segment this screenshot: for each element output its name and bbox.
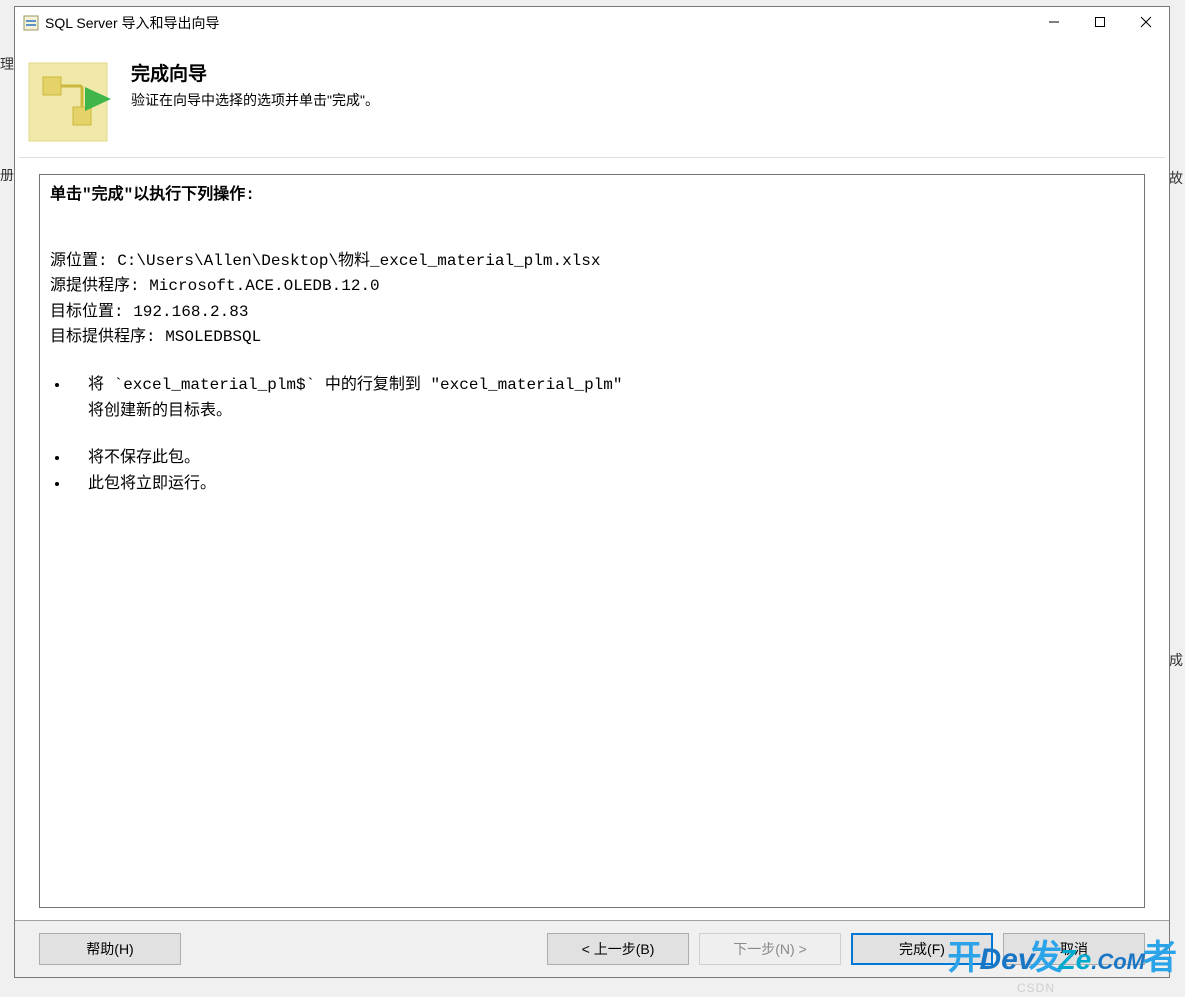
wizard-icon xyxy=(23,57,113,147)
titlebar[interactable]: SQL Server 导入和导出向导 xyxy=(15,7,1169,39)
close-button[interactable] xyxy=(1123,7,1169,37)
summary-bullet: 此包将立即运行。 xyxy=(70,472,1134,498)
summary-bullet: 将不保存此包。 xyxy=(70,446,1134,472)
maximize-button[interactable] xyxy=(1077,7,1123,37)
content-area: 单击"完成"以执行下列操作: 源位置: C:\Users\Allen\Deskt… xyxy=(15,158,1169,920)
summary-line: 源位置: C:\Users\Allen\Desktop\物料_excel_mat… xyxy=(50,249,1134,275)
summary-line: 目标提供程序: MSOLEDBSQL xyxy=(50,325,1134,351)
footer-bar: 帮助(H) < 上一步(B) 下一步(N) > 完成(F) 取消 xyxy=(15,921,1169,977)
help-button[interactable]: 帮助(H) xyxy=(39,933,181,965)
minimize-button[interactable] xyxy=(1031,7,1077,37)
app-icon xyxy=(23,15,39,31)
window-controls xyxy=(1031,7,1169,37)
watermark-csdn: CSDN xyxy=(1017,981,1055,995)
finish-button[interactable]: 完成(F) xyxy=(851,933,993,965)
summary-line: 目标位置: 192.168.2.83 xyxy=(50,300,1134,326)
page-subtitle: 验证在向导中选择的选项并单击"完成"。 xyxy=(131,90,379,110)
summary-bullet-sub: 将创建新的目标表。 xyxy=(50,399,1134,425)
summary-line: 源提供程序: Microsoft.ACE.OLEDB.12.0 xyxy=(50,274,1134,300)
back-button[interactable]: < 上一步(B) xyxy=(547,933,689,965)
window-title: SQL Server 导入和导出向导 xyxy=(45,13,220,33)
summary-heading: 单击"完成"以执行下列操作: xyxy=(50,183,1134,209)
wizard-window: SQL Server 导入和导出向导 完成向导 xyxy=(14,6,1170,978)
page-title: 完成向导 xyxy=(131,59,379,86)
summary-bullet: 将 `excel_material_plm$` 中的行复制到 "excel_ma… xyxy=(70,373,1134,399)
header-panel: 完成向导 验证在向导中选择的选项并单击"完成"。 xyxy=(15,39,1169,157)
summary-box[interactable]: 单击"完成"以执行下列操作: 源位置: C:\Users\Allen\Deskt… xyxy=(39,174,1145,908)
cancel-button[interactable]: 取消 xyxy=(1003,933,1145,965)
next-button: 下一步(N) > xyxy=(699,933,841,965)
